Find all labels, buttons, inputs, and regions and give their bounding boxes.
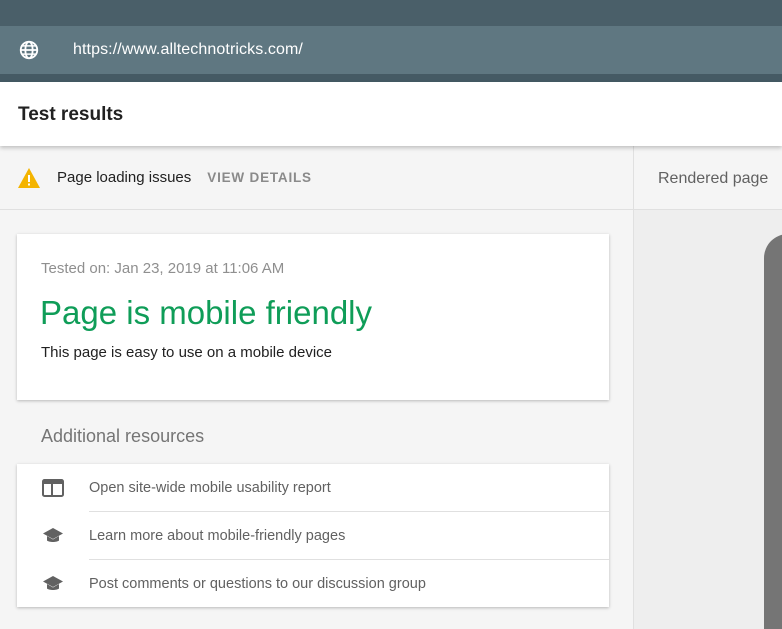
resources-card: Open site-wide mobile usability report L… xyxy=(17,464,609,607)
resource-label[interactable]: Post comments or questions to our discus… xyxy=(89,576,426,592)
report-icon xyxy=(42,477,64,499)
verdict-description: This page is easy to use on a mobile dev… xyxy=(41,344,332,361)
issues-bar: Page loading issues VIEW DETAILS xyxy=(0,146,633,210)
results-header: Test results xyxy=(0,82,782,146)
resource-usability-report[interactable]: Open site-wide mobile usability report xyxy=(17,464,609,512)
tested-on-text: Tested on: Jan 23, 2019 at 11:06 AM xyxy=(41,260,285,277)
phone-frame xyxy=(764,234,782,629)
globe-icon xyxy=(18,39,40,61)
issues-label: Page loading issues xyxy=(57,169,192,186)
resource-learn-more[interactable]: Learn more about mobile-friendly pages xyxy=(17,512,609,560)
tab-rendered-page[interactable]: Rendered page xyxy=(658,170,768,188)
view-details-button[interactable]: VIEW DETAILS xyxy=(207,170,312,185)
resource-label[interactable]: Open site-wide mobile usability report xyxy=(89,480,331,496)
additional-resources-heading: Additional resources xyxy=(41,426,205,446)
rendered-preview xyxy=(634,210,782,629)
school-icon xyxy=(42,573,64,595)
warning-icon xyxy=(17,167,41,189)
url-text[interactable]: https://www.alltechnotricks.com/ xyxy=(73,41,303,59)
results-pane: Page loading issues VIEW DETAILS Tested … xyxy=(0,146,633,629)
school-icon xyxy=(42,525,64,547)
page-title: Test results xyxy=(18,104,124,125)
url-bar[interactable]: https://www.alltechnotricks.com/ xyxy=(0,26,782,74)
top-strip xyxy=(0,0,782,26)
result-card: Tested on: Jan 23, 2019 at 11:06 AM Page… xyxy=(17,234,609,400)
top-bar: https://www.alltechnotricks.com/ xyxy=(0,0,782,82)
resource-discussion-group[interactable]: Post comments or questions to our discus… xyxy=(17,560,609,608)
verdict-heading: Page is mobile friendly xyxy=(40,294,372,331)
resource-label[interactable]: Learn more about mobile-friendly pages xyxy=(89,528,345,544)
rendered-pane: Rendered page xyxy=(634,146,782,629)
rendered-tab-bar: Rendered page xyxy=(634,146,782,210)
